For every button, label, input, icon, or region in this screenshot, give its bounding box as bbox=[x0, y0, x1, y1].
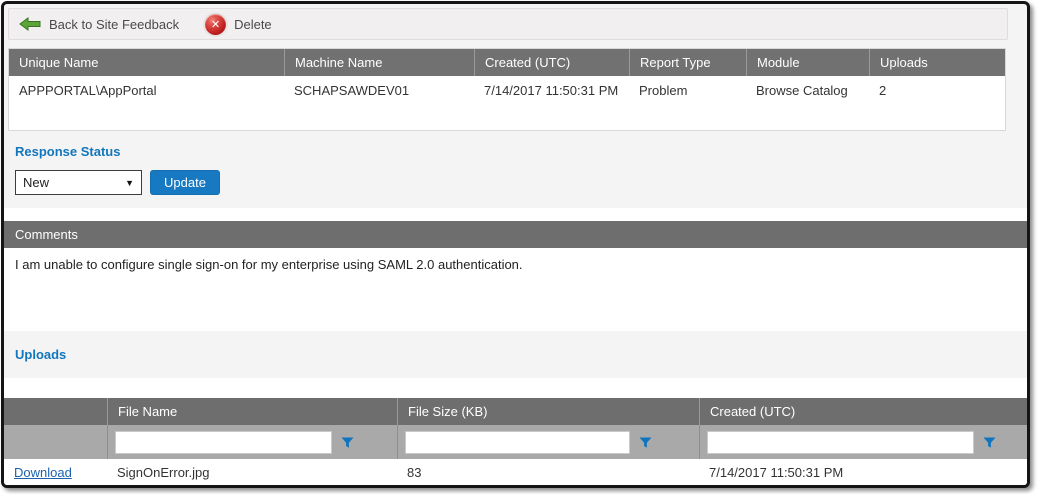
detail-table-header-row: Unique Name Machine Name Created (UTC) R… bbox=[9, 49, 1005, 76]
comments-text: I am unable to configure single sign-on … bbox=[4, 248, 1027, 331]
comments-header-label: Comments bbox=[15, 227, 78, 242]
spacer bbox=[4, 486, 1027, 488]
response-status-selected-value: New bbox=[23, 175, 49, 190]
upload-created-utc: 7/14/2017 11:50:31 PM bbox=[699, 465, 1027, 480]
response-status-section: Response Status New ▼ Update bbox=[4, 131, 1027, 208]
back-arrow-icon bbox=[19, 17, 41, 31]
report-type-value: Problem bbox=[629, 76, 746, 130]
update-button[interactable]: Update bbox=[150, 170, 220, 195]
spacer bbox=[4, 208, 1027, 221]
delete-icon: ✕ bbox=[205, 14, 226, 35]
chevron-down-icon: ▼ bbox=[125, 178, 134, 188]
filter-cell-file-name bbox=[107, 425, 397, 459]
filter-funnel-icon[interactable] bbox=[639, 436, 652, 449]
uploads-filter-row bbox=[4, 425, 1027, 459]
filter-funnel-icon[interactable] bbox=[983, 436, 996, 449]
uploads-section-label: Uploads bbox=[15, 347, 66, 362]
uploads-table: File Name File Size (KB) Created (UTC) bbox=[4, 398, 1027, 488]
col-header-created-utc: Created (UTC) bbox=[474, 49, 629, 76]
col-header-machine-name: Machine Name bbox=[284, 49, 474, 76]
col-header-uploads: Uploads bbox=[869, 49, 1005, 76]
detail-table-row: APPPORTAL\AppPortal SCHAPSAWDEV01 7/14/2… bbox=[9, 76, 1005, 130]
upload-file-size: 83 bbox=[397, 465, 699, 480]
response-status-label: Response Status bbox=[15, 144, 1027, 159]
filter-cell-empty bbox=[4, 425, 107, 459]
toolbar: Back to Site Feedback ✕ Delete bbox=[8, 8, 1008, 40]
upload-row: Download SignOnError.jpg 83 7/14/2017 11… bbox=[4, 459, 1027, 486]
col-header-file-size: File Size (KB) bbox=[397, 398, 699, 425]
comments-header-bar: Comments bbox=[4, 221, 1027, 248]
col-header-unique-name: Unique Name bbox=[9, 49, 284, 76]
upload-file-name: SignOnError.jpg bbox=[107, 465, 397, 480]
feedback-detail-table: Unique Name Machine Name Created (UTC) R… bbox=[8, 48, 1006, 131]
file-size-filter-input[interactable] bbox=[405, 431, 630, 454]
filter-cell-file-size bbox=[397, 425, 699, 459]
filter-cell-created bbox=[699, 425, 1027, 459]
col-header-empty bbox=[4, 398, 107, 425]
spacer bbox=[4, 378, 1027, 398]
feedback-detail-page: Back to Site Feedback ✕ Delete Unique Na… bbox=[1, 1, 1030, 488]
unique-name-value: APPPORTAL\AppPortal bbox=[9, 76, 284, 130]
col-header-file-name: File Name bbox=[107, 398, 397, 425]
uploads-count-value: 2 bbox=[869, 76, 1005, 130]
machine-name-value: SCHAPSAWDEV01 bbox=[284, 76, 474, 130]
created-filter-input[interactable] bbox=[707, 431, 974, 454]
col-header-file-created: Created (UTC) bbox=[699, 398, 1027, 425]
file-name-filter-input[interactable] bbox=[115, 431, 332, 454]
created-utc-value: 7/14/2017 11:50:31 PM bbox=[474, 76, 629, 130]
uploads-section: Uploads bbox=[4, 331, 1027, 378]
filter-funnel-icon[interactable] bbox=[341, 436, 354, 449]
module-value: Browse Catalog bbox=[746, 76, 869, 130]
response-status-select[interactable]: New ▼ bbox=[15, 170, 142, 195]
uploads-header-row: File Name File Size (KB) Created (UTC) bbox=[4, 398, 1027, 425]
download-link[interactable]: Download bbox=[14, 465, 72, 480]
delete-button-label: Delete bbox=[234, 17, 272, 32]
col-header-module: Module bbox=[746, 49, 869, 76]
delete-button[interactable]: ✕ Delete bbox=[205, 14, 272, 35]
col-header-report-type: Report Type bbox=[629, 49, 746, 76]
back-button-label: Back to Site Feedback bbox=[49, 17, 179, 32]
back-to-site-feedback-button[interactable]: Back to Site Feedback bbox=[19, 17, 179, 32]
